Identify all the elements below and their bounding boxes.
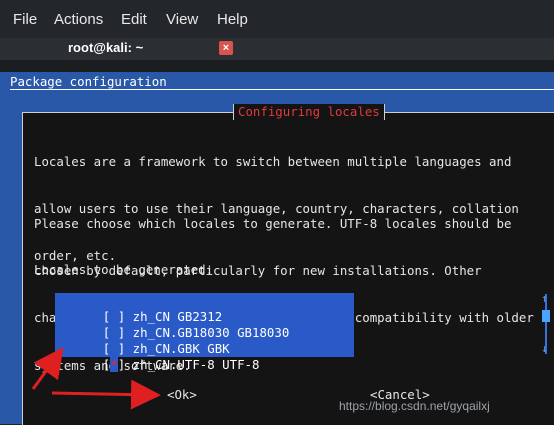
checkbox-mark[interactable]: * <box>110 357 118 372</box>
header-divider <box>10 89 554 90</box>
locale-list[interactable]: [ ] zh_CN GB2312 [ ] zh_CN.GB18030 GB180… <box>55 293 354 372</box>
ok-button[interactable]: <Ok> <box>167 387 197 402</box>
list-item[interactable]: [ ] zh_CN GB2312 <box>58 293 222 324</box>
scroll-up-icon[interactable]: ↑ <box>541 292 551 305</box>
close-icon[interactable]: × <box>219 41 233 55</box>
text-line: Locales are a framework to switch betwee… <box>34 153 512 169</box>
menu-help[interactable]: Help <box>217 11 248 28</box>
scroll-down-icon[interactable]: ↓ <box>541 342 551 355</box>
package-config-header: Package configuration <box>10 74 167 89</box>
menu-view[interactable]: View <box>166 11 198 28</box>
list-item[interactable]: [ ] zh_CN.GB18030 GB18030 <box>58 309 290 340</box>
terminal-top-edge <box>0 60 554 72</box>
tab-bar: root@kali: ~ × <box>0 38 554 60</box>
scrollbar-thumb[interactable] <box>542 310 550 322</box>
locales-dialog: Configuring locales Locales are a framew… <box>22 104 554 425</box>
menu-file[interactable]: File <box>13 11 37 28</box>
watermark-text: https://blog.csdn.net/gyqailxj <box>339 399 490 413</box>
terminal-area[interactable]: Package configuration Configuring locale… <box>0 72 554 425</box>
list-label: Locales to be generated: <box>34 262 214 277</box>
text-line: Please choose which locales to generate.… <box>34 215 512 231</box>
tab-title[interactable]: root@kali: ~ <box>68 40 143 55</box>
menubar: File Actions Edit View Help <box>0 0 554 38</box>
list-item[interactable]: [ ] zh_CN.GBK GBK <box>58 325 230 356</box>
menu-edit[interactable]: Edit <box>121 11 147 28</box>
list-item-selected[interactable]: [*] zh_CN.UTF-8 UTF-8 <box>58 341 259 372</box>
menu-actions[interactable]: Actions <box>54 11 103 28</box>
dialog-title: Configuring locales <box>233 104 385 120</box>
